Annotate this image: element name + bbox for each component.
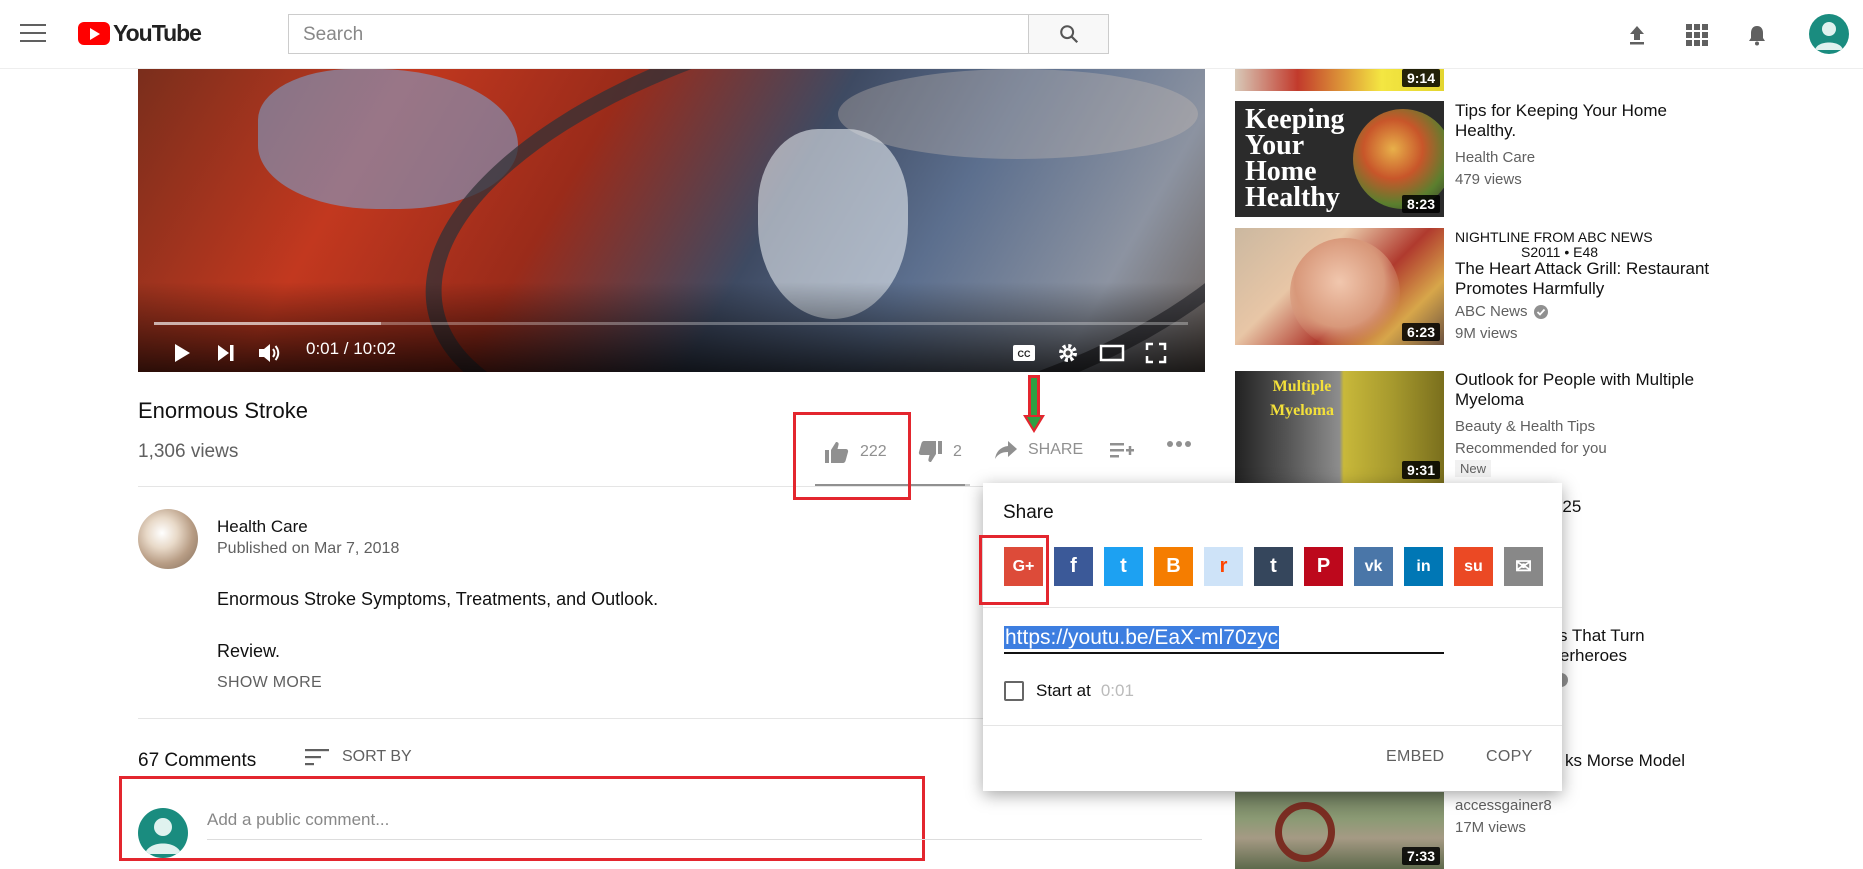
episode-number: S2011 • E48 — [1521, 244, 1599, 260]
video-title: Enormous Stroke — [138, 398, 308, 423]
video-title[interactable]: ks Morse Model — [1565, 751, 1825, 771]
sort-by-button[interactable]: SORT BY — [305, 748, 412, 766]
video-meta: Recommended for you — [1455, 440, 1607, 457]
new-badge: New — [1455, 460, 1492, 477]
video-thumbnail[interactable]: 9:14 — [1235, 69, 1444, 91]
fullscreen-icon[interactable] — [1140, 337, 1172, 369]
annotation-box-googleplus — [979, 535, 1049, 605]
publish-date: Published on Mar 7, 2018 — [217, 540, 400, 557]
share-dialog: Share G+ f t Br t Pvk in su ✉ https://youtu.be/E… — [979, 483, 1562, 791]
embed-button[interactable]: EMBED — [1386, 748, 1444, 766]
add-to-playlist-button[interactable] — [1109, 440, 1135, 460]
dislike-button[interactable]: 2 — [917, 440, 962, 464]
channel-name: Health Care — [1455, 149, 1536, 166]
share-arrow-icon — [995, 441, 1017, 459]
video-title[interactable]: 75625 — [1534, 497, 1794, 517]
share-blogger-icon[interactable]: B — [1154, 547, 1193, 586]
start-at-checkbox[interactable] — [1004, 681, 1024, 701]
divider — [983, 725, 1562, 726]
description-line: Enormous Stroke Symptoms, Treatments, an… — [217, 589, 659, 609]
view-count: 1,306 views — [138, 441, 239, 462]
verified-badge-icon — [1533, 305, 1548, 319]
channel-name[interactable]: Health Care — [217, 517, 308, 537]
channel-avatar[interactable] — [138, 509, 198, 569]
annotation-box-like — [793, 412, 911, 500]
channel-name: accessgainer8 — [1455, 797, 1552, 814]
video-meta: 9M views — [1455, 325, 1518, 342]
show-more-button[interactable]: SHOW MORE — [217, 674, 322, 692]
playlist-add-icon — [1110, 443, 1134, 458]
sort-icon — [305, 749, 329, 766]
user-avatar — [138, 808, 188, 858]
share-network-list: G+ f t Br t Pvk in su ✉ — [1004, 547, 1554, 586]
video-thumbnail[interactable]: Keeping Your Home Healthy 8:23 — [1235, 101, 1444, 217]
upload-icon[interactable] — [1624, 22, 1650, 48]
video-duration: 8:23 — [1401, 195, 1440, 213]
youtube-play-icon — [78, 22, 110, 45]
video-title[interactable]: Tips for Keeping Your Home Healthy. — [1455, 101, 1715, 141]
video-duration: 7:33 — [1401, 847, 1440, 865]
notifications-bell-icon[interactable] — [1744, 22, 1770, 48]
more-horizontal-icon — [1167, 441, 1191, 447]
play-icon[interactable] — [166, 337, 198, 369]
divider — [983, 607, 1562, 608]
theater-mode-icon[interactable] — [1096, 337, 1128, 369]
hamburger-menu-icon[interactable] — [20, 24, 46, 44]
video-time: 0:01 / 10:02 — [306, 339, 396, 358]
more-actions-button[interactable] — [1166, 440, 1192, 448]
account-avatar[interactable] — [1809, 14, 1849, 54]
svg-text:CC: CC — [1018, 349, 1031, 359]
settings-gear-icon[interactable] — [1052, 337, 1084, 369]
search-button[interactable] — [1028, 14, 1109, 54]
share-stumbleupon-icon[interactable]: su — [1454, 547, 1493, 586]
video-title[interactable]: The Heart Attack Grill: Restaurant Promo… — [1455, 259, 1715, 299]
share-url-field[interactable]: https://youtu.be/EaX-ml70zyc — [1004, 626, 1444, 654]
video-player[interactable]: 0:01 / 10:02 CC — [138, 69, 1205, 372]
series-name: NIGHTLINE FROM ABC NEWS — [1455, 229, 1653, 245]
video-meta: 17M views — [1455, 819, 1526, 836]
share-linkedin-icon[interactable]: in — [1404, 547, 1443, 586]
video-thumbnail[interactable]: Multiple Myeloma 9:31 — [1235, 371, 1444, 483]
video-meta: 479 views — [1455, 171, 1522, 188]
share-twitter-icon[interactable]: t — [1104, 547, 1143, 586]
share-email-icon[interactable]: ✉ — [1504, 547, 1543, 586]
video-title[interactable]: uperheroes — [1541, 646, 1801, 666]
share-pinterest-icon[interactable]: P — [1304, 547, 1343, 586]
video-duration: 9:31 — [1401, 461, 1440, 479]
start-at-time[interactable]: 0:01 — [1101, 681, 1134, 701]
search-icon — [1059, 25, 1078, 44]
volume-icon[interactable] — [254, 337, 286, 369]
comments-count: 67 Comments — [138, 750, 257, 771]
share-reddit-icon[interactable]: r — [1204, 547, 1243, 586]
video-progress-bar[interactable] — [154, 322, 1188, 325]
channel-name: ABC News — [1455, 303, 1528, 320]
share-facebook-icon[interactable]: f — [1054, 547, 1093, 586]
start-at-option[interactable]: Start at 0:01 — [1004, 681, 1134, 701]
thumbs-down-icon — [918, 441, 942, 462]
video-title[interactable]: ses That Turn — [1541, 626, 1801, 646]
apps-grid-icon[interactable] — [1684, 22, 1710, 48]
video-duration: 9:14 — [1401, 69, 1440, 87]
video-thumbnail[interactable]: 6:23 — [1235, 228, 1444, 345]
captions-icon[interactable]: CC — [1008, 337, 1040, 369]
share-dialog-title: Share — [1003, 502, 1054, 523]
channel-name: Beauty & Health Tips — [1455, 418, 1596, 435]
share-vk-icon[interactable]: vk — [1354, 547, 1393, 586]
youtube-logo[interactable]: YouTube — [78, 20, 202, 47]
share-tumblr-icon[interactable]: t — [1254, 547, 1293, 586]
annotation-arrow — [1023, 375, 1045, 440]
video-thumbnail[interactable]: 7:33 — [1235, 792, 1444, 869]
top-header: YouTube Search — [0, 0, 1863, 69]
video-duration: 6:23 — [1401, 323, 1440, 341]
comment-input[interactable]: Add a public comment... — [207, 810, 1202, 840]
copy-button[interactable]: COPY — [1486, 748, 1533, 766]
video-title[interactable]: Outlook for People with Multiple Myeloma — [1455, 370, 1715, 410]
description-line: Review. — [217, 641, 281, 661]
search-input[interactable]: Search — [288, 14, 1029, 54]
share-button[interactable]: SHARE — [994, 440, 1083, 460]
next-video-icon[interactable] — [210, 337, 242, 369]
